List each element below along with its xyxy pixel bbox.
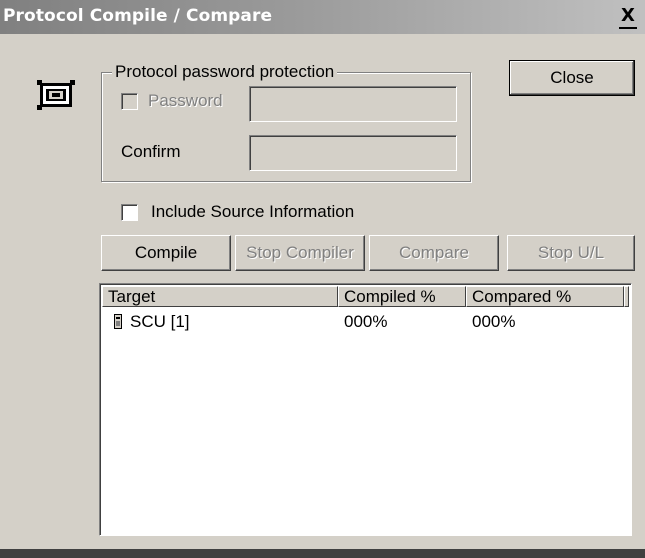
table-row[interactable]: SCU [1] 000% 000%: [102, 311, 627, 333]
include-source-label: Include Source Information: [151, 202, 355, 221]
confirm-field[interactable]: [249, 135, 457, 171]
stop-compiler-button[interactable]: Stop Compiler: [235, 235, 365, 271]
password-label: Password: [148, 91, 223, 110]
column-header-target[interactable]: Target: [102, 286, 338, 307]
stop-ul-button[interactable]: Stop U/L: [507, 235, 635, 271]
password-checkbox[interactable]: [121, 93, 138, 110]
window-title: Protocol Compile / Compare: [3, 6, 273, 26]
row-compiled: 000%: [344, 312, 388, 331]
password-group-legend: Protocol password protection: [112, 62, 338, 82]
device-icon: [114, 314, 122, 329]
row-compared: 000%: [472, 312, 516, 331]
close-icon[interactable]: X: [619, 7, 637, 29]
column-header-filler: [624, 286, 629, 307]
target-list[interactable]: Target Compiled % Compared % SCU [1] 000…: [99, 283, 632, 536]
window-bottom-edge: [0, 549, 645, 558]
compare-button[interactable]: Compare: [369, 235, 499, 271]
include-source-checkbox[interactable]: [121, 204, 138, 221]
close-button[interactable]: Close: [509, 60, 635, 96]
confirm-label: Confirm: [121, 142, 181, 161]
compile-button[interactable]: Compile: [101, 235, 231, 271]
title-bar: Protocol Compile / Compare X: [0, 0, 645, 34]
column-header-compiled[interactable]: Compiled %: [338, 286, 466, 307]
column-header-compared[interactable]: Compared %: [466, 286, 624, 307]
password-field[interactable]: [249, 86, 457, 122]
row-target: SCU [1]: [130, 312, 190, 331]
protocol-compile-icon: [37, 80, 75, 110]
